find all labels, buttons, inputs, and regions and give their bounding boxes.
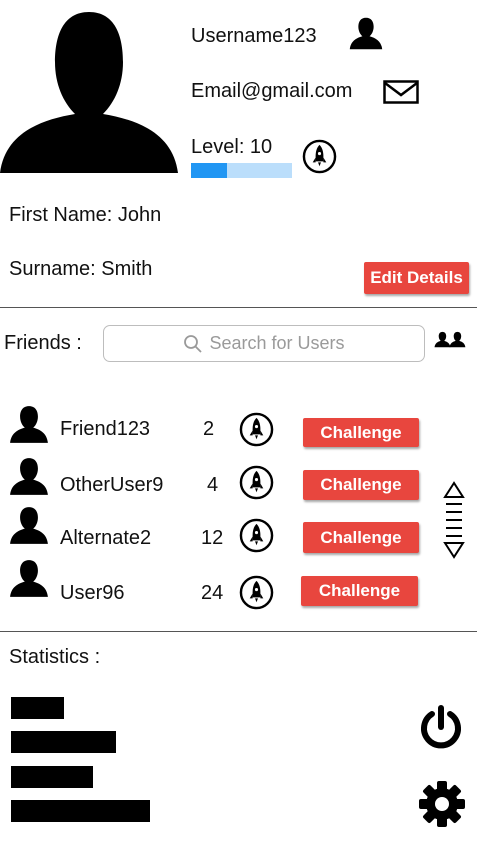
friend-name: User96 bbox=[60, 582, 125, 604]
friend-name: OtherUser9 bbox=[60, 474, 164, 496]
search-input[interactable]: Search for Users bbox=[103, 325, 425, 362]
friend-count: 12 bbox=[201, 527, 224, 549]
friend-count: 4 bbox=[207, 474, 219, 496]
friend-name: Friend123 bbox=[60, 418, 151, 440]
friend-count: 2 bbox=[203, 418, 215, 440]
divider-top bbox=[0, 307, 477, 308]
add-friends-people-icon[interactable] bbox=[432, 329, 470, 361]
challenge-button[interactable]: Challenge bbox=[303, 522, 419, 553]
friend-rocket-icon bbox=[239, 412, 274, 447]
friend-avatar-icon bbox=[7, 505, 51, 547]
level-progress-bar bbox=[191, 163, 292, 178]
scroll-handle-icon[interactable] bbox=[442, 480, 466, 560]
challenge-button[interactable]: Challenge bbox=[303, 418, 419, 447]
user-icon[interactable] bbox=[347, 16, 385, 52]
stat-bar bbox=[11, 731, 116, 753]
friend-rocket-icon bbox=[239, 465, 274, 500]
edit-details-button[interactable]: Edit Details bbox=[364, 262, 469, 294]
stat-bar bbox=[11, 766, 93, 788]
stat-bar bbox=[11, 800, 150, 822]
friends-label: Friends : bbox=[4, 332, 82, 354]
search-icon bbox=[184, 334, 203, 353]
friend-name: Alternate2 bbox=[60, 527, 152, 549]
level-progress-fill bbox=[191, 163, 228, 178]
search-placeholder: Search for Users bbox=[209, 333, 345, 353]
challenge-button[interactable]: Challenge bbox=[303, 470, 419, 500]
power-icon[interactable] bbox=[418, 705, 464, 751]
surname-text: Surname: Smith bbox=[9, 258, 153, 280]
friend-avatar-icon bbox=[7, 404, 51, 446]
envelope-icon[interactable] bbox=[383, 80, 419, 104]
friend-rocket-icon bbox=[239, 575, 274, 610]
friend-rocket-icon bbox=[239, 518, 274, 553]
first-name-text: First Name: John bbox=[9, 204, 162, 226]
level-text: Level: 10 bbox=[191, 136, 273, 158]
gear-icon[interactable] bbox=[417, 779, 467, 829]
username-text: Username123 bbox=[191, 25, 317, 47]
level-rocket-icon[interactable] bbox=[302, 139, 337, 174]
email-text: Email@gmail.com bbox=[191, 80, 353, 102]
friend-count: 24 bbox=[201, 582, 224, 604]
profile-avatar[interactable] bbox=[0, 10, 178, 173]
avatar-silhouette-icon bbox=[0, 12, 178, 173]
friend-avatar-icon bbox=[7, 456, 51, 498]
friend-avatar-icon bbox=[7, 558, 51, 600]
divider-bottom bbox=[0, 631, 477, 632]
statistics-label: Statistics : bbox=[9, 646, 101, 668]
challenge-button[interactable]: Challenge bbox=[301, 576, 418, 606]
stat-bar bbox=[11, 697, 64, 719]
